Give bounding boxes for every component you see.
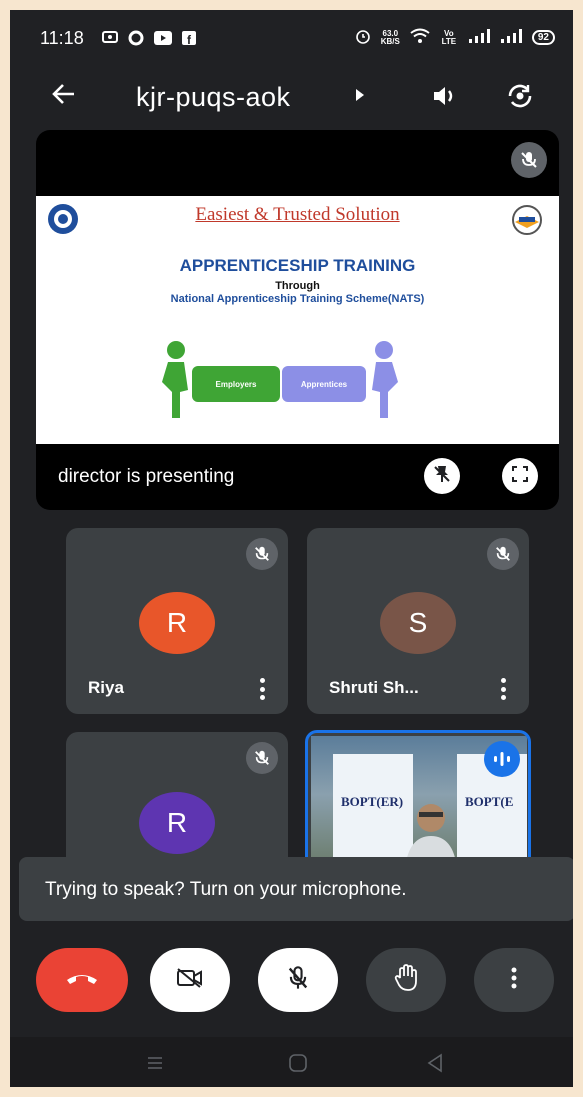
status-right: 63.0 KB/S Vo LTE 92 xyxy=(355,28,555,47)
fullscreen-icon xyxy=(511,465,529,488)
presentation-slide: Easiest & Trusted Solution APPRENTICESHI… xyxy=(36,196,559,444)
pin-off-icon xyxy=(432,464,452,489)
avatar: S xyxy=(380,592,456,654)
phone-hangup-icon xyxy=(65,970,99,991)
cast-icon xyxy=(102,31,118,48)
arrow-left-icon[interactable] xyxy=(50,80,78,116)
status-time: 11:18 xyxy=(40,28,84,48)
recent-apps-icon[interactable] xyxy=(146,1055,164,1076)
chevron-right-icon[interactable] xyxy=(356,89,364,101)
video-off-icon xyxy=(175,966,205,995)
participant-tile-riya[interactable]: R Riya xyxy=(66,528,288,714)
banner-left-text: BOPT(ER) xyxy=(341,794,404,809)
presenter-label: director is presenting xyxy=(58,466,235,487)
slide-through: Through xyxy=(275,280,320,292)
phone-screen: 11:18 f 63.0 KB/S Vo LTE 92 kjr-puqs-aok… xyxy=(10,10,573,1087)
notification-icons: f xyxy=(102,30,196,49)
slide-headline: Easiest & Trusted Solution xyxy=(195,204,400,225)
speaking-indicator-icon xyxy=(484,741,520,777)
figure-left-icon xyxy=(154,340,194,425)
net-speed: 63.0 KB/S xyxy=(380,29,400,46)
youtube-icon xyxy=(154,31,172,48)
more-options-icon[interactable] xyxy=(260,678,266,700)
status-bar: 11:18 f 63.0 KB/S Vo LTE 92 xyxy=(10,10,573,66)
avatar: R xyxy=(139,792,215,854)
unpin-button[interactable] xyxy=(424,458,460,494)
participant-tile-video[interactable]: BOPT(ER) BOPT(E xyxy=(305,730,531,874)
mic-off-icon xyxy=(246,538,278,570)
more-options-button[interactable] xyxy=(474,948,554,1012)
raise-hand-button[interactable] xyxy=(366,948,446,1012)
signal-icon-1 xyxy=(468,29,490,46)
meeting-header: kjr-puqs-aok xyxy=(10,70,573,126)
circle-icon xyxy=(128,30,144,49)
more-vert-icon xyxy=(511,967,517,994)
facebook-icon: f xyxy=(182,31,196,48)
signal-icon-2 xyxy=(500,29,522,46)
call-controls xyxy=(10,948,573,1028)
system-nav-bar xyxy=(10,1037,573,1087)
participant-tile-shruti[interactable]: S Shruti Sh... xyxy=(307,528,529,714)
home-icon[interactable] xyxy=(288,1053,308,1078)
back-nav-icon[interactable] xyxy=(426,1053,444,1078)
meeting-code[interactable]: kjr-puqs-aok xyxy=(136,82,291,113)
mic-off-icon xyxy=(286,965,310,996)
alarm-icon xyxy=(355,28,371,47)
battery-indicator: 92 xyxy=(531,30,555,45)
volte-label: Vo LTE xyxy=(441,28,457,46)
presentation-footer: director is presenting xyxy=(36,444,559,510)
participant-tile-r[interactable]: R xyxy=(66,732,288,872)
hand-icon xyxy=(394,963,418,997)
puzzle-apprentices: Apprentices xyxy=(282,366,366,402)
switch-camera-icon[interactable] xyxy=(504,80,536,112)
end-call-button[interactable] xyxy=(36,948,128,1012)
participant-name: Shruti Sh... xyxy=(329,678,419,697)
presentation-tile[interactable]: Easiest & Trusted Solution APPRENTICESHI… xyxy=(36,130,559,510)
mic-off-icon xyxy=(246,742,278,774)
net-speed-unit: KB/S xyxy=(380,36,400,46)
slide-title: APPRENTICESHIP TRAINING xyxy=(179,256,416,275)
mic-off-icon xyxy=(487,538,519,570)
camera-toggle-button[interactable] xyxy=(150,948,230,1012)
puzzle-employers: Employers xyxy=(192,366,280,402)
mic-snackbar: Trying to speak? Turn on your microphone… xyxy=(19,857,573,921)
slide-scheme: National Apprenticeship Training Scheme(… xyxy=(170,293,425,305)
banner-right-text: BOPT(E xyxy=(465,794,514,809)
microphone-toggle-button[interactable] xyxy=(258,948,338,1012)
mic-off-icon xyxy=(511,142,547,178)
fullscreen-button[interactable] xyxy=(502,458,538,494)
speaker-icon[interactable] xyxy=(428,80,460,112)
figure-right-icon xyxy=(366,340,406,425)
wifi-icon xyxy=(410,28,430,47)
avatar: R xyxy=(139,592,215,654)
participant-name: Riya xyxy=(88,678,124,697)
more-options-icon[interactable] xyxy=(501,678,507,700)
